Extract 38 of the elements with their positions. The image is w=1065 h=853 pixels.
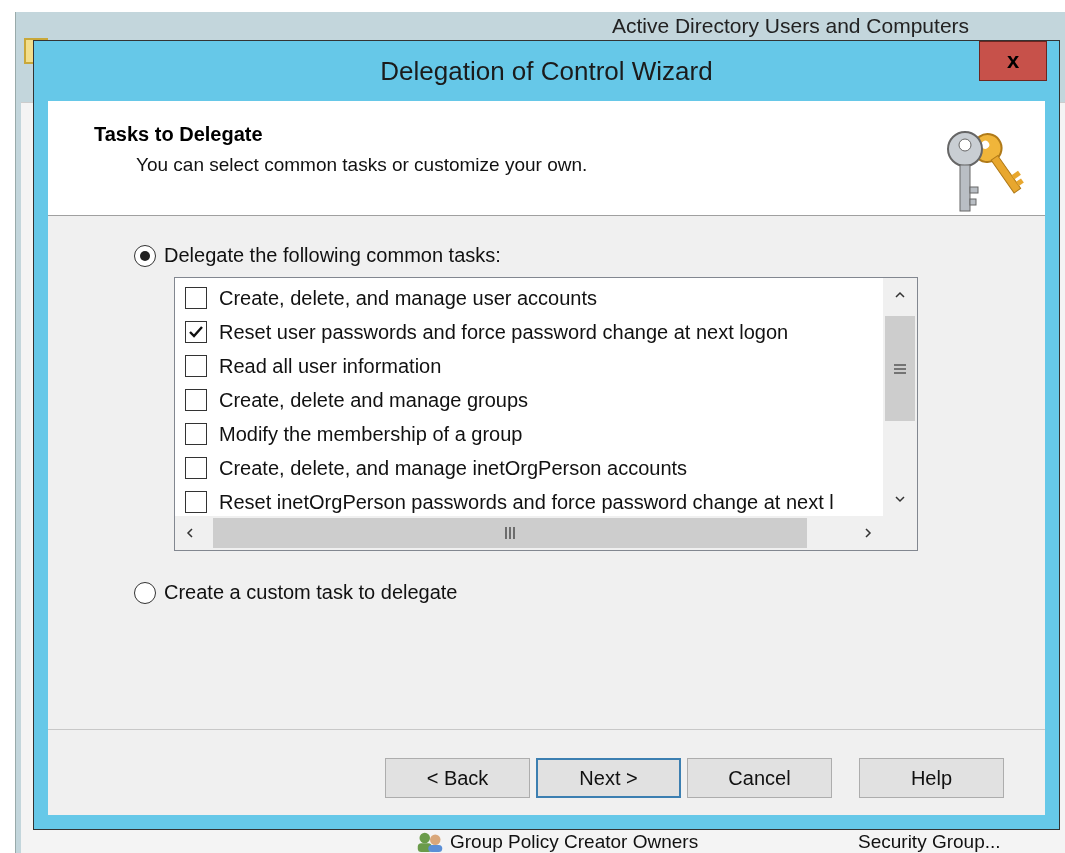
task-label[interactable]: Create, delete, and manage user accounts — [219, 286, 598, 310]
page-subtitle: You can select common tasks or customize your own. — [136, 154, 588, 176]
scroll-thumb[interactable] — [885, 316, 915, 421]
task-label[interactable]: Modify the membership of a group — [219, 422, 523, 446]
dialog-title: Delegation of Control Wizard — [380, 55, 713, 87]
checkbox[interactable] — [185, 287, 207, 309]
check-icon — [188, 325, 204, 339]
chevron-down-icon[interactable] — [894, 493, 906, 505]
chevron-right-icon[interactable] — [862, 527, 874, 539]
group-type: Security Group... — [858, 831, 1001, 852]
radio-button[interactable] — [134, 244, 156, 267]
group-name: Group Policy Creator Owners — [450, 831, 699, 852]
radio-label[interactable]: Create a custom task to delegate — [164, 581, 458, 604]
checkbox[interactable] — [185, 457, 207, 479]
checkbox[interactable] — [185, 423, 207, 445]
chevron-left-icon[interactable] — [184, 527, 196, 539]
window-title: Active Directory Users and Computers — [610, 14, 971, 38]
wizard-button[interactable]: Next > — [536, 758, 681, 798]
checkbox[interactable] — [185, 389, 207, 411]
task-label[interactable]: Reset inetOrgPerson passwords and force password change at next l — [219, 490, 834, 514]
task-label[interactable]: Create, delete and manage groups — [219, 388, 529, 412]
wizard-button[interactable]: < Back — [385, 758, 530, 798]
checkbox[interactable] — [185, 355, 207, 377]
vertical-scrollbar[interactable] — [883, 278, 917, 516]
wizard-button[interactable]: Help — [859, 758, 1004, 798]
group-icon — [416, 831, 444, 852]
scroll-thumb[interactable] — [213, 518, 807, 548]
close-button[interactable]: x — [979, 41, 1047, 81]
page-title: Tasks to Delegate — [94, 123, 264, 146]
task-label[interactable]: Read all user information — [219, 354, 442, 378]
task-label[interactable]: Create, delete, and manage inetOrgPerson accounts — [219, 456, 688, 480]
task-label[interactable]: Reset user passwords and force password change at next logon — [219, 320, 789, 344]
radio-button[interactable] — [134, 581, 156, 604]
radio-label[interactable]: Delegate the following common tasks: — [164, 244, 501, 267]
wizard-button[interactable]: Cancel — [687, 758, 832, 798]
horizontal-scrollbar[interactable] — [175, 516, 883, 550]
checkbox[interactable] — [185, 321, 207, 343]
checkbox[interactable] — [185, 491, 207, 513]
